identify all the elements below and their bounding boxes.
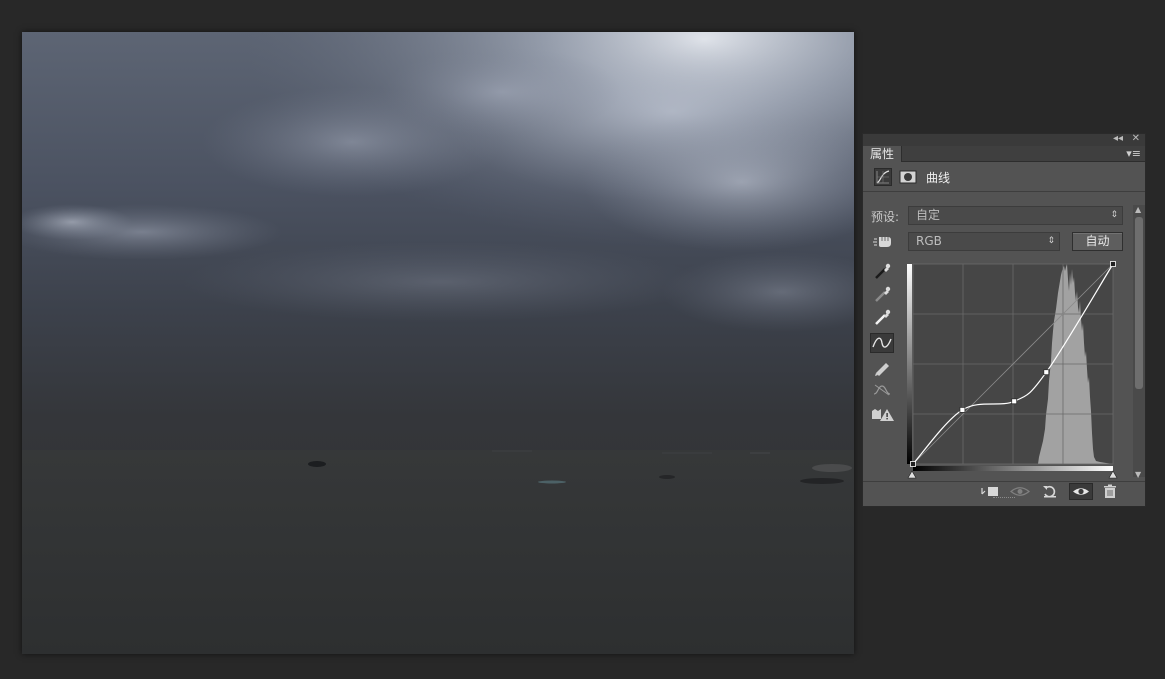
- panel-title-bar: ◂◂ ✕: [863, 133, 1145, 146]
- smooth-curve-icon[interactable]: [870, 380, 894, 400]
- pencil-draw-icon[interactable]: [870, 357, 894, 377]
- input-gradient-bar: [913, 466, 1113, 471]
- curve-control-point[interactable]: [1011, 398, 1018, 405]
- panel-bottom-bar: [863, 481, 1145, 500]
- preset-value: 自定: [916, 208, 941, 222]
- panel-tab-row: 属性 ▾≡: [863, 146, 1145, 162]
- scroll-up-arrow-icon[interactable]: ▲: [1135, 205, 1141, 214]
- preset-row: 预设: 自定 ⇕: [863, 205, 1133, 227]
- curve-control-point[interactable]: [959, 406, 966, 413]
- layer-mask-icon[interactable]: [899, 168, 917, 186]
- channel-dropdown[interactable]: RGB ⇕: [908, 232, 1060, 251]
- close-panel-icon[interactable]: ✕: [1132, 133, 1140, 145]
- photo-cloudy-sea: [22, 32, 854, 654]
- collapse-panel-icon[interactable]: ◂◂: [1113, 133, 1123, 145]
- curve-control-point[interactable]: [1110, 261, 1116, 267]
- curve-grid[interactable]: [906, 261, 1121, 481]
- channel-value: RGB: [916, 234, 942, 248]
- curves-graph[interactable]: [906, 261, 1121, 481]
- tab-properties[interactable]: 属性: [863, 146, 903, 162]
- adjustment-header: 曲线: [863, 162, 1145, 192]
- curve-control-point[interactable]: [1043, 369, 1050, 376]
- curve-control-point[interactable]: [910, 461, 916, 467]
- targeted-adjustment-hand-icon[interactable]: [872, 233, 894, 249]
- panel-menu-icon[interactable]: ▾≡: [1126, 147, 1141, 161]
- panel-resize-grip[interactable]: [993, 497, 1015, 500]
- adjustment-title: 曲线: [926, 171, 951, 185]
- dropdown-arrow-icon: ⇕: [1047, 236, 1055, 246]
- curve-points-icon[interactable]: [870, 333, 894, 353]
- channel-row: RGB ⇕ 自动: [863, 231, 1133, 253]
- curves-adjustment-icon[interactable]: [874, 168, 892, 186]
- black-input-slider[interactable]: [907, 470, 917, 479]
- properties-panel: ◂◂ ✕ 属性 ▾≡ 曲线 预设: 自定 ⇕ RGB ⇕ 自动 ▲ ▼: [862, 133, 1146, 507]
- preset-label: 预设:: [871, 210, 900, 224]
- trash-icon[interactable]: [1101, 484, 1119, 499]
- scroll-down-arrow-icon[interactable]: ▼: [1135, 470, 1141, 479]
- scroll-thumb[interactable]: [1135, 217, 1143, 389]
- reset-icon[interactable]: [1041, 484, 1059, 499]
- white-input-slider[interactable]: [1108, 470, 1118, 479]
- visibility-eye-icon[interactable]: [1069, 483, 1093, 500]
- dropdown-arrow-icon: ⇕: [1110, 210, 1118, 220]
- preset-dropdown[interactable]: 自定 ⇕: [908, 206, 1123, 225]
- output-gradient-bar: [907, 264, 912, 464]
- auto-button[interactable]: 自动: [1072, 232, 1123, 251]
- white-point-eyedropper-icon[interactable]: [870, 307, 894, 327]
- document-canvas[interactable]: [22, 32, 854, 654]
- gray-point-eyedropper-icon[interactable]: [870, 284, 894, 304]
- black-point-eyedropper-icon[interactable]: [870, 261, 894, 281]
- panel-scrollbar[interactable]: ▲ ▼: [1133, 205, 1145, 479]
- clipping-warning-icon[interactable]: [870, 405, 894, 425]
